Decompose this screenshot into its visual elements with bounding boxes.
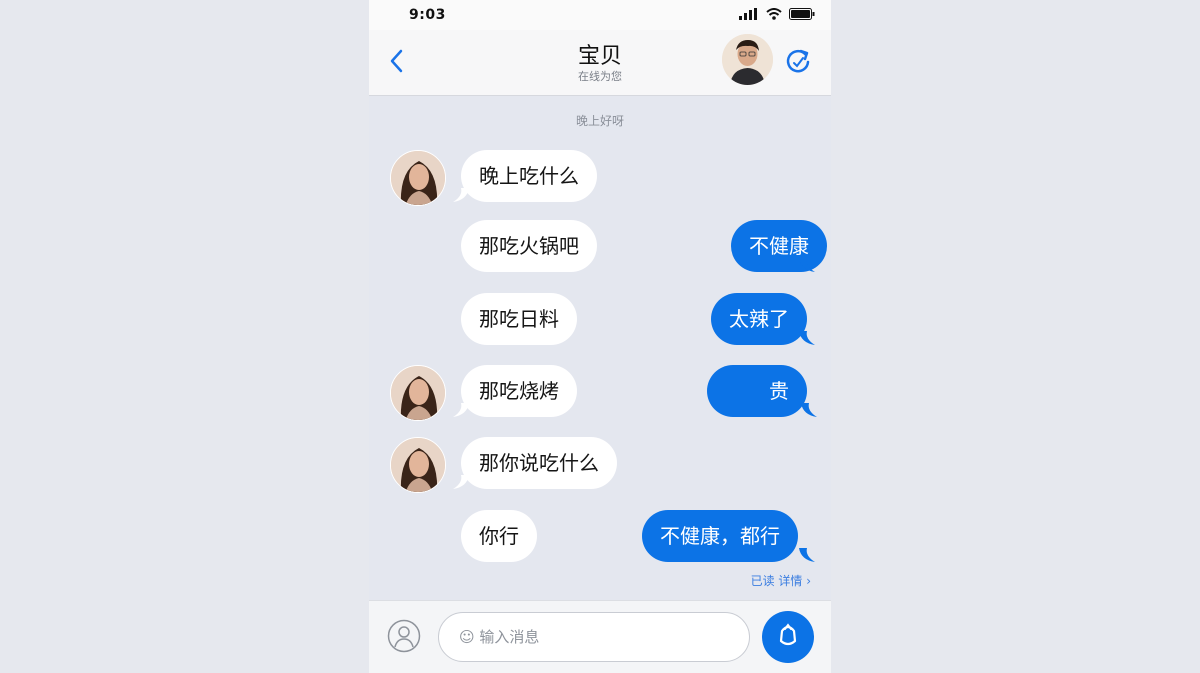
message-bubble-incoming[interactable]: 你行 (461, 510, 537, 562)
bubble-tail (799, 548, 815, 562)
bubble-tail (453, 188, 469, 202)
composer-bar (369, 600, 831, 673)
message-bubble-incoming[interactable]: 那吃火锅吧 (461, 220, 597, 272)
message-bubble-incoming[interactable]: 那吃日料 (461, 293, 577, 345)
sender-avatar[interactable] (390, 437, 446, 493)
bubble-tail (799, 331, 815, 345)
sender-avatar[interactable] (390, 150, 446, 206)
message-bubble-incoming[interactable]: 晚上吃什么 (461, 150, 597, 202)
contact-avatar-image (722, 34, 773, 85)
refresh-button[interactable] (783, 46, 813, 76)
sender-avatar-image (391, 151, 445, 205)
message-bubble-outgoing[interactable]: 贵 (707, 365, 807, 417)
profile-button[interactable] (387, 619, 421, 653)
bubble-tail (453, 403, 469, 417)
bubble-tail (801, 403, 817, 417)
contact-avatar[interactable] (722, 34, 773, 85)
refresh-icon (786, 49, 810, 73)
bubble-tail (799, 258, 815, 272)
time-divider: 晚上好呀 (575, 114, 624, 128)
sender-avatar-image (391, 366, 445, 420)
status-time: 9:03 (409, 7, 446, 23)
send-icon (779, 623, 797, 646)
status-bar: 9:03 (369, 0, 831, 30)
sender-avatar[interactable] (390, 365, 446, 421)
send-button[interactable] (762, 611, 814, 663)
battery-icon (789, 8, 815, 20)
message-bubble-outgoing[interactable]: 不健康，都行 (642, 510, 798, 562)
sender-avatar-image (391, 438, 445, 492)
chat-header: 宝贝 在线为您 (369, 30, 831, 96)
bubble-tail (453, 475, 469, 489)
status-icons (739, 8, 815, 20)
phone-screen: 9:03 宝贝 在线为您 晚上好呀 晚上吃什么 那吃火锅吧 不健康 那吃日料 太… (369, 0, 831, 673)
signal-icon (739, 8, 757, 20)
message-bubble-outgoing[interactable]: 太辣了 (711, 293, 807, 345)
message-bubble-incoming[interactable]: 那你说吃什么 (461, 437, 617, 489)
wifi-icon (766, 8, 782, 20)
message-input[interactable] (438, 612, 750, 662)
read-receipt-link[interactable]: 已读 详情 › (751, 572, 811, 589)
user-icon (387, 619, 421, 653)
message-bubble-incoming[interactable]: 那吃烧烤 (461, 365, 577, 417)
